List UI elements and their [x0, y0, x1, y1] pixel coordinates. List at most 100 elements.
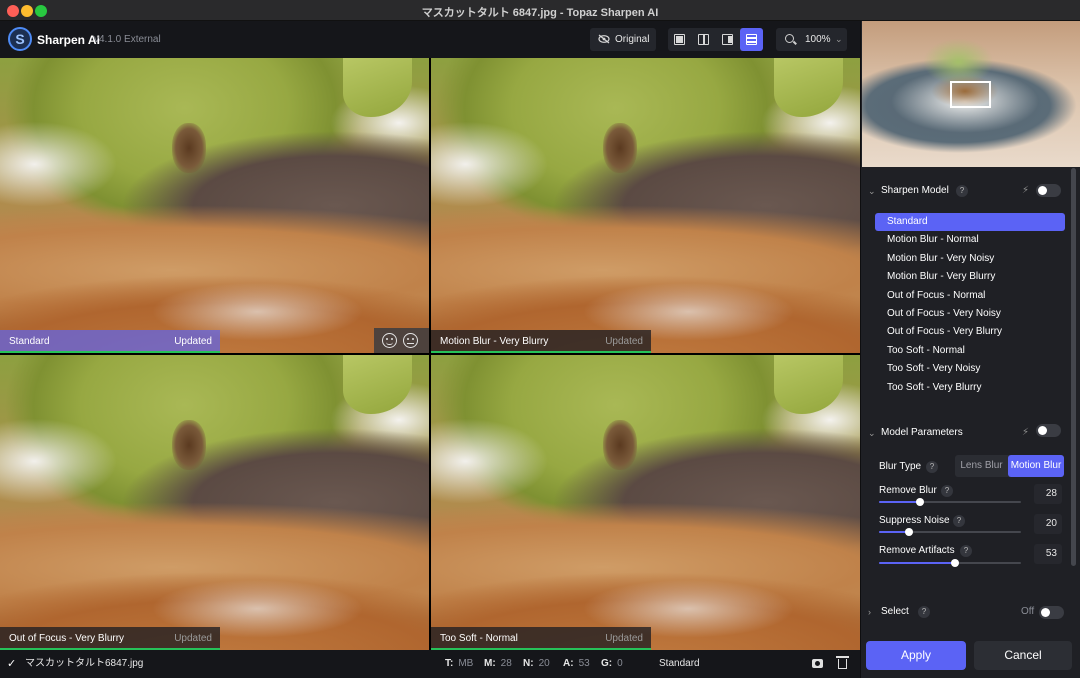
image-detail	[774, 355, 843, 414]
model-item-too-soft-very-noisy[interactable]: Too Soft - Very Noisy	[875, 360, 1065, 378]
navigator-thumbnail[interactable]	[862, 21, 1080, 167]
slider-thumb[interactable]	[905, 528, 913, 536]
status-bar: ✓ マスカットタルト6847.jpg T: MB M: 28 N: 20 A: 53 G…	[0, 650, 860, 678]
pane-model-name: Motion Blur - Very Blurry	[440, 336, 549, 347]
app-version: v4.1.0 External	[94, 34, 161, 45]
zoom-dropdown[interactable]: 100% ⌄	[776, 28, 847, 51]
split-view-button[interactable]	[692, 28, 715, 51]
select-state-label: Off	[1021, 606, 1035, 617]
section-title: Select	[881, 606, 909, 617]
model-item-motion-blur-very-noisy[interactable]: Motion Blur - Very Noisy	[875, 250, 1065, 268]
app-name: Sharpen AI	[37, 33, 100, 47]
quad-view-icon-line-1	[746, 37, 757, 39]
stat-key: N:	[523, 658, 534, 669]
remove-blur-slider[interactable]	[879, 498, 1021, 506]
pane-label-bar: Out of Focus - Very Blurry Updated	[0, 627, 220, 650]
model-item-too-soft-normal[interactable]: Too Soft - Normal	[875, 342, 1065, 360]
image-detail	[343, 355, 412, 414]
pane-model-name: Too Soft - Normal	[440, 633, 518, 644]
help-icon[interactable]: ?	[918, 606, 930, 618]
model-item-out-of-focus-normal[interactable]: Out of Focus - Normal	[875, 287, 1065, 305]
stat-motion: M: 28	[484, 650, 512, 678]
preview-image	[431, 58, 860, 353]
slider-thumb[interactable]	[916, 498, 924, 506]
stat-value: 20	[538, 658, 550, 669]
apply-button[interactable]: Apply	[866, 641, 966, 670]
pane-label-bar: Standard Updated	[0, 330, 220, 353]
model-item-out-of-focus-very-blurry[interactable]: Out of Focus - Very Blurry	[875, 323, 1065, 341]
slider-fill	[879, 562, 954, 564]
section-title: Sharpen Model	[881, 185, 949, 196]
image-detail	[171, 122, 206, 174]
neutral-face-icon[interactable]	[403, 333, 418, 348]
pane-status: Updated	[174, 336, 212, 347]
stat-g: G: 0	[601, 650, 623, 678]
bolt-icon: ⚡	[1022, 185, 1030, 196]
help-icon[interactable]: ?	[956, 185, 968, 197]
remove-artifacts-slider[interactable]	[879, 559, 1021, 567]
remove-artifacts-value[interactable]: 53	[1034, 544, 1062, 564]
model-item-too-soft-very-blurry[interactable]: Too Soft - Very Blurry	[875, 379, 1065, 397]
eye-slash-icon	[598, 34, 610, 44]
cancel-button[interactable]: Cancel	[974, 641, 1072, 670]
model-parameters-header[interactable]: ⌄ Model Parameters ⚡	[860, 422, 1079, 444]
model-item-out-of-focus-very-noisy[interactable]: Out of Focus - Very Noisy	[875, 305, 1065, 323]
suppress-noise-slider[interactable]	[879, 528, 1021, 536]
single-view-button[interactable]	[668, 28, 691, 51]
pane-status: Updated	[605, 633, 643, 644]
preview-pane-4[interactable]: Too Soft - Normal Updated	[431, 355, 860, 650]
section-title: Model Parameters	[881, 427, 963, 438]
help-icon[interactable]: ?	[926, 461, 938, 473]
sharpen-model-auto-toggle[interactable]	[1036, 184, 1061, 197]
blur-type-selector: Lens Blur Motion Blur	[955, 455, 1064, 477]
side-by-side-view-button[interactable]	[716, 28, 739, 51]
stat-value: MB	[458, 658, 474, 669]
preview-pane-2[interactable]: Motion Blur - Very Blurry Updated	[431, 58, 860, 353]
suppress-noise-label: Suppress Noise	[879, 515, 950, 526]
checkmark-icon: ✓	[7, 658, 17, 670]
bolt-icon: ⚡	[1022, 427, 1030, 438]
model-item-motion-blur-very-blurry[interactable]: Motion Blur - Very Blurry	[875, 268, 1065, 286]
model-parameters-auto-toggle[interactable]	[1036, 424, 1061, 437]
original-label: Original	[615, 34, 650, 45]
chevron-right-icon: ›	[868, 607, 871, 617]
stat-value: 0	[617, 658, 623, 669]
zoom-value: 100%	[805, 34, 831, 45]
chevron-down-icon: ⌄	[868, 428, 876, 438]
smile-face-icon[interactable]	[382, 333, 397, 348]
quad-view-button[interactable]	[740, 28, 763, 51]
sharpen-model-header[interactable]: ⌄ Sharpen Model ? ⚡	[860, 180, 1079, 202]
image-preview-grid: Standard Updated Motion Blur - Very Blur…	[0, 58, 860, 650]
navigator-viewport-rect[interactable]	[950, 81, 991, 108]
preview-pane-1[interactable]: Standard Updated	[0, 58, 429, 353]
blur-type-label: Blur Type	[879, 461, 922, 472]
stat-key: A:	[563, 658, 574, 669]
help-icon[interactable]: ?	[960, 545, 972, 557]
split-view-icon-divider	[703, 34, 705, 45]
remove-blur-value[interactable]: 28	[1034, 484, 1062, 504]
select-header[interactable]: › Select ? Off	[860, 601, 1079, 623]
preview-pane-3[interactable]: Out of Focus - Very Blurry Updated	[0, 355, 429, 650]
stat-key: T:	[445, 658, 454, 669]
image-detail	[774, 58, 843, 117]
blur-type-motion-option[interactable]: Motion Blur	[1008, 455, 1064, 477]
quad-view-icon	[746, 34, 757, 45]
help-icon[interactable]: ?	[953, 515, 965, 527]
trash-icon[interactable]	[836, 656, 849, 669]
select-toggle[interactable]	[1039, 606, 1064, 619]
camera-icon[interactable]	[812, 659, 823, 668]
image-detail	[602, 419, 637, 471]
image-detail	[171, 419, 206, 471]
file-name: マスカットタルト6847.jpg	[25, 658, 144, 669]
preview-image	[431, 355, 860, 650]
window-title: マスカットタルト 6847.jpg - Topaz Sharpen AI	[421, 7, 659, 19]
original-toggle-button[interactable]: Original	[590, 28, 656, 51]
suppress-noise-value[interactable]: 20	[1034, 514, 1062, 534]
slider-thumb[interactable]	[951, 559, 959, 567]
help-icon[interactable]: ?	[941, 485, 953, 497]
panel-scrollbar[interactable]	[1071, 168, 1076, 566]
blur-type-lens-option[interactable]: Lens Blur	[955, 455, 1008, 477]
model-item-motion-blur-normal[interactable]: Motion Blur - Normal	[875, 231, 1065, 249]
pane-progress-bar	[0, 351, 220, 353]
model-item-standard[interactable]: Standard	[875, 213, 1065, 232]
